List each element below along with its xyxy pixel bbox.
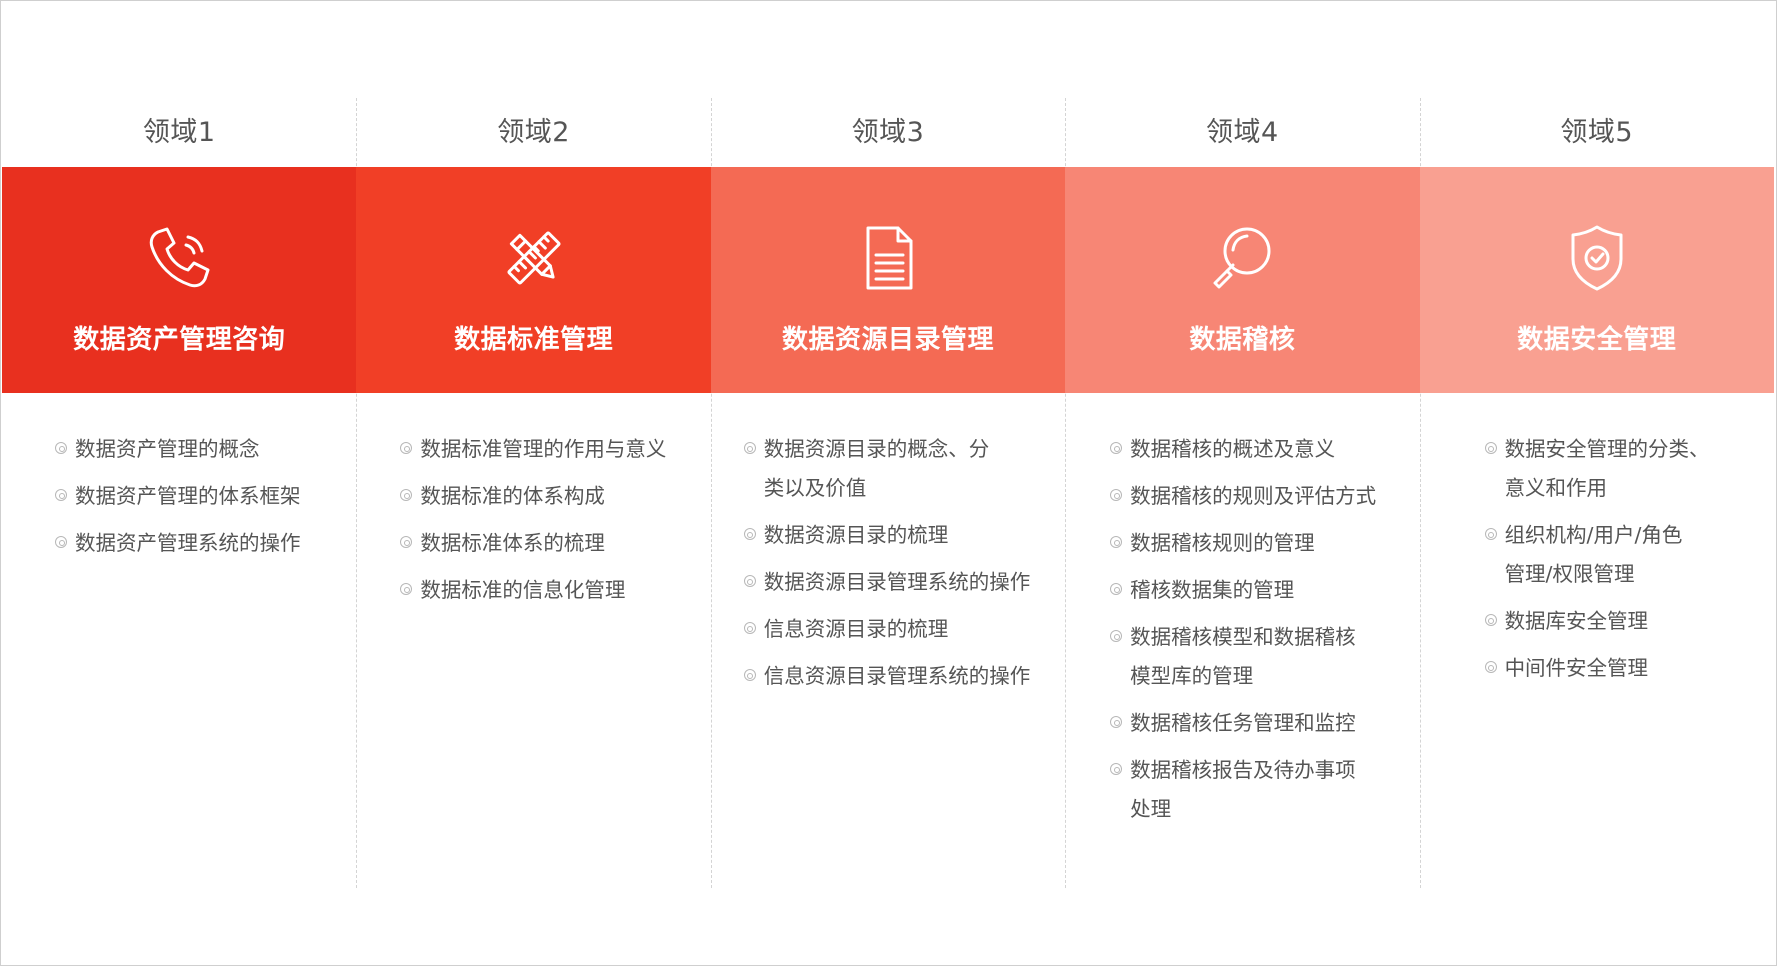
bullet-icon <box>1484 661 1497 673</box>
bullet-icon <box>1110 489 1123 501</box>
domain-title: 数据标准管理 <box>454 325 614 355</box>
domain-column-5: 领域5 数据安全管理 数据安全管理的分类、意义和作用 组织机构/用户/角色管理/… <box>1419 0 1774 966</box>
list-item: 数据资产管理的体系框架 <box>55 477 340 516</box>
domain-label: 领域5 <box>1560 117 1634 148</box>
domain-header-band: 数据安全管理 <box>1419 167 1774 393</box>
topic-list: 数据资源目录的概念、分类以及价值 数据资源目录的梳理 数据资源目录管理系统的操作… <box>743 430 1034 704</box>
bullet-icon <box>1110 583 1123 595</box>
bullet-icon <box>743 442 756 454</box>
list-item: 数据资源目录的梳理 <box>743 516 1034 555</box>
bullet-icon <box>1484 614 1497 626</box>
bullet-icon <box>743 575 756 587</box>
bullet-icon <box>743 669 756 681</box>
list-item: 数据库安全管理 <box>1484 602 1755 641</box>
domain-header-band: 数据资产管理咨询 <box>2 167 357 393</box>
list-item: 数据标准的体系构成 <box>400 477 700 516</box>
list-item: 数据稽核任务管理和监控 <box>1110 704 1405 743</box>
list-item: 数据标准体系的梳理 <box>400 524 700 563</box>
domain-title: 数据稽核 <box>1189 325 1296 355</box>
bullet-icon <box>743 528 756 540</box>
bullet-icon <box>1110 536 1123 548</box>
bullet-icon <box>400 536 413 548</box>
magnifier-icon <box>1207 223 1277 293</box>
domain-column-4: 领域4 数据稽核 数据稽核的概述及意义 数据稽核的规则及评估方式 数据稽核规则的… <box>1065 0 1420 966</box>
domain-column-3: 领域3 数据资源目录管理 数据资源目录的概念、分类以及价值 数据资源目录的梳理 … <box>710 0 1066 966</box>
list-item: 稽核数据集的管理 <box>1110 571 1405 610</box>
topic-list: 数据标准管理的作用与意义 数据标准的体系构成 数据标准体系的梳理 数据标准的信息… <box>400 430 700 618</box>
domain-header-band: 数据稽核 <box>1065 167 1420 393</box>
domain-column-1: 领域1 数据资产管理咨询 数据资产管理的概念 数据资产管理的体系框架 数据资产管… <box>2 0 357 966</box>
list-item: 数据资产管理系统的操作 <box>55 524 340 563</box>
topic-list: 数据稽核的概述及意义 数据稽核的规则及评估方式 数据稽核规则的管理 稽核数据集的… <box>1110 430 1405 837</box>
bullet-icon <box>400 442 413 454</box>
bullet-icon <box>743 622 756 634</box>
list-item: 信息资源目录的梳理 <box>743 610 1034 649</box>
list-item: 数据资产管理的概念 <box>55 430 340 469</box>
bullet-icon <box>1484 442 1497 454</box>
list-item: 数据稽核规则的管理 <box>1110 524 1405 563</box>
list-item: 数据标准管理的作用与意义 <box>400 430 700 469</box>
ruler-pencil-icon <box>499 223 569 293</box>
domain-label: 领域1 <box>142 117 216 148</box>
domain-header-band: 数据资源目录管理 <box>710 167 1066 393</box>
list-item: 信息资源目录管理系统的操作 <box>743 657 1034 696</box>
bullet-icon <box>400 489 413 501</box>
list-item: 数据稽核的规则及评估方式 <box>1110 477 1405 516</box>
list-item: 组织机构/用户/角色管理/权限管理 <box>1484 516 1755 594</box>
list-item: 数据资源目录的概念、分类以及价值 <box>743 430 1034 508</box>
domain-label: 领域2 <box>497 117 570 148</box>
list-item: 数据稽核报告及待办事项处理 <box>1110 751 1405 829</box>
bullet-icon <box>1110 630 1123 642</box>
bullet-icon <box>1110 763 1123 775</box>
bullet-icon <box>55 489 67 501</box>
list-item: 数据稽核的概述及意义 <box>1110 430 1405 469</box>
domain-title: 数据资源目录管理 <box>781 325 994 355</box>
bullet-icon <box>55 442 67 454</box>
list-item: 数据资源目录管理系统的操作 <box>743 563 1034 602</box>
shield-check-icon <box>1562 223 1632 293</box>
document-icon <box>853 223 923 293</box>
list-item: 数据安全管理的分类、意义和作用 <box>1484 430 1755 508</box>
domain-label: 领域4 <box>1206 117 1279 148</box>
list-item: 数据稽核模型和数据稽核模型库的管理 <box>1110 618 1405 696</box>
topic-list: 数据安全管理的分类、意义和作用 组织机构/用户/角色管理/权限管理 数据库安全管… <box>1484 430 1755 696</box>
list-item: 中间件安全管理 <box>1484 649 1755 688</box>
topic-list: 数据资产管理的概念 数据资产管理的体系框架 数据资产管理系统的操作 <box>55 430 340 571</box>
domains-grid: 领域1 数据资产管理咨询 数据资产管理的概念 数据资产管理的体系框架 数据资产管… <box>2 0 1774 966</box>
bullet-icon <box>1110 716 1123 728</box>
domain-label: 领域3 <box>851 117 925 148</box>
bullet-icon <box>55 536 67 548</box>
domain-header-band: 数据标准管理 <box>356 167 711 393</box>
bullet-icon <box>1484 528 1497 540</box>
domain-title: 数据安全管理 <box>1517 325 1677 355</box>
bullet-icon <box>1110 442 1123 454</box>
domain-title: 数据资产管理咨询 <box>73 325 286 355</box>
phone-icon <box>144 223 214 293</box>
domain-column-2: 领域2 数据标准管理 数据标准管理的作用与意义 数据标准的体系构成 数据标准体系… <box>356 0 711 966</box>
list-item: 数据标准的信息化管理 <box>400 571 700 610</box>
bullet-icon <box>400 583 413 595</box>
